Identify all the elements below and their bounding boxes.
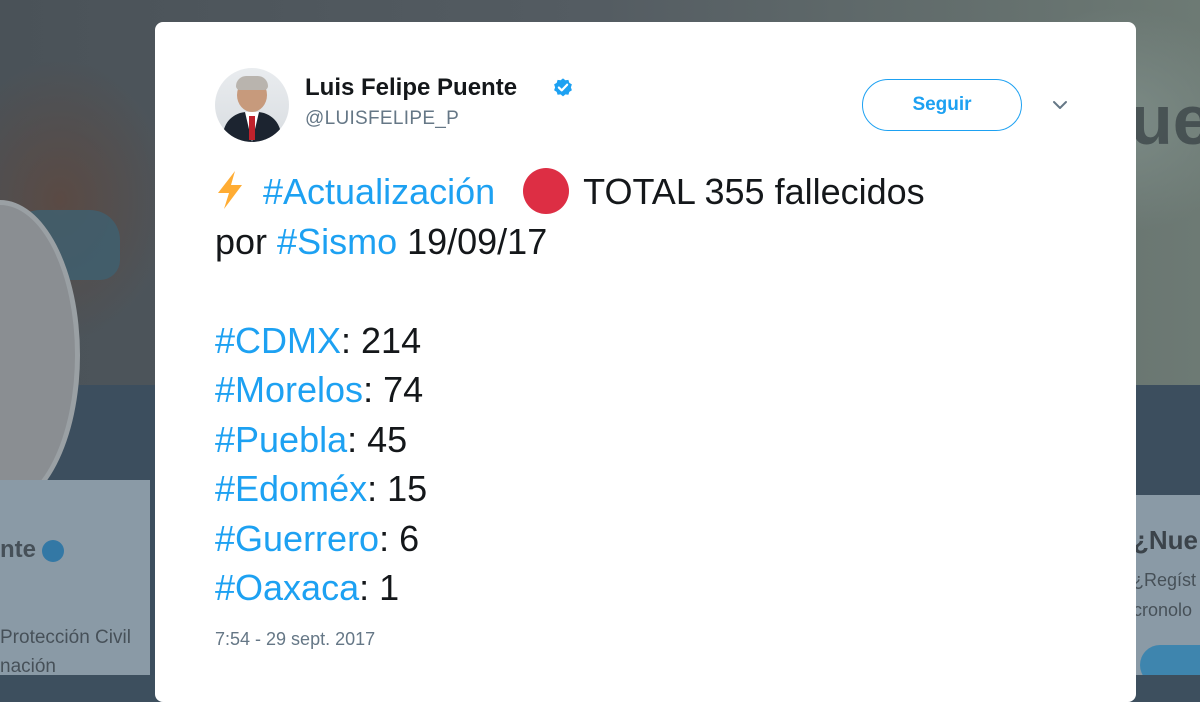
state-count-line: #Puebla: 45 xyxy=(215,415,1095,465)
state-count-line: #Oaxaca: 1 xyxy=(215,563,1095,613)
background-header-text: ue xyxy=(1130,81,1200,159)
background-bio-line: Protección Civil xyxy=(0,627,131,648)
hashtag-link[interactable]: #Edoméx xyxy=(215,468,367,509)
background-verified-icon xyxy=(42,540,64,562)
tweet-timestamp[interactable]: 7:54 - 29 sept. 2017 xyxy=(215,629,375,650)
background-bio-line: nación xyxy=(0,656,56,675)
tweet-date-text: 19/09/17 xyxy=(397,220,548,262)
state-count-line: #CDMX: 214 xyxy=(215,316,1095,366)
hashtag-link[interactable]: #CDMX xyxy=(215,320,341,361)
hashtag-link[interactable]: #Puebla xyxy=(215,419,347,460)
hashtag-link[interactable]: #Sismo xyxy=(277,221,397,262)
avatar-tie xyxy=(249,116,255,140)
state-count-value: : 45 xyxy=(347,418,408,460)
tweet-line: por #Sismo 19/09/17 xyxy=(215,217,1095,267)
state-count-value: : 1 xyxy=(359,567,400,608)
tweet-text: #Actualización TOTAL 355 fallecidos por #… xyxy=(215,167,1095,613)
state-count-line: #Morelos: 74 xyxy=(215,365,1095,415)
chevron-down-icon[interactable] xyxy=(1050,95,1070,115)
follow-button[interactable]: Seguir xyxy=(862,79,1022,131)
avatar-hair xyxy=(236,76,268,90)
red-circle-emoji xyxy=(523,168,570,214)
state-count-line: #Edoméx: 15 xyxy=(215,464,1095,514)
hashtag-link[interactable]: #Guerrero xyxy=(215,518,379,559)
state-count-value: : 15 xyxy=(367,468,428,509)
background-right-card-title: ¿Nue xyxy=(1133,525,1198,555)
state-count-line: #Guerrero: 6 xyxy=(215,514,1095,564)
state-count-value: : 214 xyxy=(341,319,422,361)
tweet-card: Luis Felipe Puente @LUISFELIPE_P Seguir … xyxy=(155,22,1136,702)
background-right-card-button xyxy=(1140,645,1200,675)
hashtag-link[interactable]: #Oaxaca xyxy=(215,567,359,608)
tweet-line: #Actualización TOTAL 355 fallecidos xyxy=(215,167,1095,217)
hashtag-link[interactable]: #Actualización xyxy=(263,171,495,212)
state-count-value: : 74 xyxy=(363,369,424,410)
tweet-total-text: TOTAL 355 fallecidos xyxy=(583,171,925,212)
high-voltage-emoji xyxy=(218,171,242,209)
hashtag-link[interactable]: #Morelos xyxy=(215,369,363,410)
verified-badge-icon xyxy=(554,78,572,97)
background-profile-name: nte xyxy=(0,536,36,563)
background-right-card-text: ¿Regíst xyxy=(1133,570,1197,590)
background-right-card-text: cronolo xyxy=(1133,600,1193,620)
author-handle[interactable]: @LUISFELIPE_P xyxy=(305,108,459,130)
state-count-value: : 6 xyxy=(379,517,420,559)
author-name[interactable]: Luis Felipe Puente xyxy=(305,74,517,102)
author-avatar[interactable] xyxy=(215,68,289,142)
tweet-text-segment: por xyxy=(215,220,278,262)
